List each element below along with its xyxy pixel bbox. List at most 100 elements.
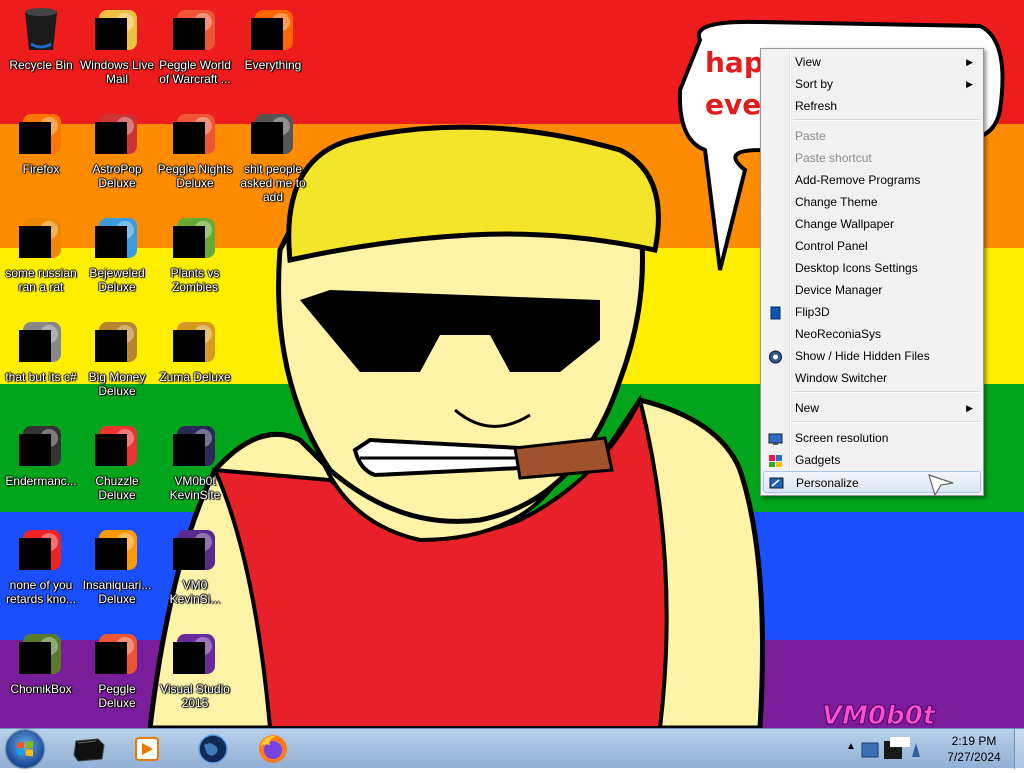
desktop-icon-label: VM0 KevinSi... [169, 578, 221, 606]
peggle-nights-icon [171, 110, 219, 158]
taskbar-firefox-button[interactable] [246, 731, 300, 767]
peggle-icon [93, 630, 141, 678]
menu-item-label: Paste shortcut [795, 151, 872, 165]
app-icon [17, 526, 65, 574]
desktop-icon-label: Big Money Deluxe [88, 370, 146, 398]
menu-item-new[interactable]: New ▶ [763, 397, 981, 419]
desktop-icon[interactable]: Windows Live Mail [78, 0, 156, 86]
mail-icon [93, 6, 141, 54]
flip3d-icon [768, 305, 783, 320]
menu-item-paste: Paste [763, 125, 981, 147]
firefox-icon [259, 735, 287, 763]
desktop-icon[interactable]: that but its c# [2, 312, 80, 384]
menu-item-change-wallpaper[interactable]: Change Wallpaper [763, 213, 981, 235]
menu-item-neoreconiasys[interactable]: NeoReconiaSys [763, 323, 981, 345]
desktop-icon[interactable]: some russian ran a rat [2, 208, 80, 294]
screen-resolution-icon [768, 431, 783, 445]
tray-icons[interactable] [860, 737, 924, 763]
menu-item-device-manager[interactable]: Device Manager [763, 279, 981, 301]
desktop-icon[interactable]: Plants vs Zombies [156, 208, 234, 294]
desktop-context-menu: View ▶ Sort by ▶ Refresh Paste Paste shortcut A… [760, 48, 984, 497]
taskbar-clock[interactable]: 2:19 PM 7/27/2024 [936, 733, 1012, 765]
menu-item-label: NeoReconiaSys [795, 327, 882, 341]
start-button[interactable] [6, 730, 44, 768]
desktop-icon-label: Endermanc... [5, 474, 77, 488]
menu-item-window-switcher[interactable]: Window Switcher [763, 367, 981, 389]
desktop-icon[interactable]: Endermanc... [2, 416, 80, 488]
desktop-icon[interactable]: Bejeweled Deluxe [78, 208, 156, 294]
desktop-icon[interactable]: AstroPop Deluxe [78, 104, 156, 190]
desktop-icon[interactable]: shit people asked me to add [234, 104, 312, 204]
hidden-files-icon [768, 349, 783, 364]
menu-item-label: Gadgets [795, 453, 841, 467]
desktop-icon-label: Chuzzle Deluxe [95, 474, 139, 502]
desktop-icon[interactable]: Peggle Nights Deluxe [156, 104, 234, 190]
desktop-icon[interactable]: Peggle World of Warcraft ... [156, 0, 234, 86]
taskbar-media-center-button[interactable] [62, 731, 116, 767]
desktop-icon[interactable]: Firefox [2, 104, 80, 176]
desktop-icon[interactable]: ChomikBox [2, 624, 80, 696]
desktop-icon[interactable]: Insaniquari... Deluxe [78, 520, 156, 606]
desktop-icon-label: Everything [244, 58, 302, 72]
desktop-icon[interactable]: VM0 KevinSi... [156, 520, 234, 606]
desktop-icon-label: Bejeweled Deluxe [89, 266, 145, 294]
taskbar: ▲ 2:19 PM 7/27/2024 [0, 728, 1024, 769]
menu-item-label: Control Panel [795, 239, 868, 253]
windows-logo-icon [17, 741, 33, 757]
menu-item-sort-by[interactable]: Sort by ▶ [763, 73, 981, 95]
desktop-icon[interactable]: Chuzzle Deluxe [78, 416, 156, 502]
desktop-icon[interactable]: Zuma Deluxe [156, 312, 234, 384]
menu-item-screen-resolution[interactable]: Screen resolution [763, 427, 981, 449]
clock-date: 7/27/2024 [947, 750, 1001, 764]
desktop-icon-label: Plants vs Zombies [170, 266, 220, 294]
menu-item-gadgets[interactable]: Gadgets [763, 449, 981, 471]
menu-item-label: Paste [795, 129, 826, 143]
app-icon [17, 214, 65, 262]
menu-item-refresh[interactable]: Refresh [763, 95, 981, 117]
window-app-icon [17, 422, 65, 470]
menu-item-show-hide-hidden-files[interactable]: Show / Hide Hidden Files [763, 345, 981, 367]
show-hidden-icons-arrow-icon[interactable]: ▲ [846, 741, 856, 752]
desktop-icon-label: Visual Studio 2015 [160, 682, 230, 710]
money-bag-icon [93, 318, 141, 366]
menu-item-add-remove-programs[interactable]: Add-Remove Programs [763, 169, 981, 191]
menu-item-control-panel[interactable]: Control Panel [763, 235, 981, 257]
desktop-icon[interactable]: Peggle Deluxe [78, 624, 156, 710]
taskbar-globe-button[interactable] [186, 731, 240, 767]
menu-item-change-theme[interactable]: Change Theme [763, 191, 981, 213]
network-icon [861, 742, 879, 758]
desktop-icon[interactable]: Recycle Bin [2, 0, 80, 72]
menu-separator [793, 119, 980, 121]
media-player-icon [135, 737, 159, 761]
desktop-icon[interactable]: none of you retards kno... [2, 520, 80, 606]
menu-item-label: Change Theme [795, 195, 878, 209]
taskbar-media-player-button[interactable] [120, 731, 174, 767]
menu-item-label: Window Switcher [795, 371, 888, 385]
submenu-arrow-icon: ▶ [966, 79, 973, 89]
desktop-icon-label: VM0b0t KevinSite [169, 474, 221, 502]
desktop-icon-label: that but its c# [5, 370, 77, 384]
app-icon [17, 318, 65, 366]
menu-item-view[interactable]: View ▶ [763, 51, 981, 73]
visual-studio-icon [171, 630, 219, 678]
globe-icon [198, 734, 228, 764]
show-desktop-button[interactable] [1014, 729, 1024, 769]
menu-item-paste-shortcut: Paste shortcut [763, 147, 981, 169]
desktop-icon[interactable]: VM0b0t KevinSite [156, 416, 234, 502]
submenu-arrow-icon: ▶ [966, 403, 973, 413]
desktop-icon-label: Peggle World of Warcraft ... [159, 58, 231, 86]
desktop-icon[interactable]: Everything [234, 0, 312, 72]
menu-item-flip3d[interactable]: Flip3D [763, 301, 981, 323]
mouse-cursor [928, 474, 954, 497]
desktop-icon-label: Peggle Deluxe [98, 682, 136, 710]
desktop-icon-label: Zuma Deluxe [159, 370, 231, 384]
desktop-icon[interactable]: Visual Studio 2015 [156, 624, 234, 710]
menu-item-label: Device Manager [795, 283, 883, 297]
menu-item-label: Desktop Icons Settings [795, 261, 918, 275]
menu-item-label: New [795, 401, 820, 415]
folder-icon [249, 110, 297, 158]
menu-item-desktop-icons-settings[interactable]: Desktop Icons Settings [763, 257, 981, 279]
desktop-icon[interactable]: Big Money Deluxe [78, 312, 156, 398]
site-icon [171, 526, 219, 574]
menu-item-label: Show / Hide Hidden Files [795, 349, 930, 363]
